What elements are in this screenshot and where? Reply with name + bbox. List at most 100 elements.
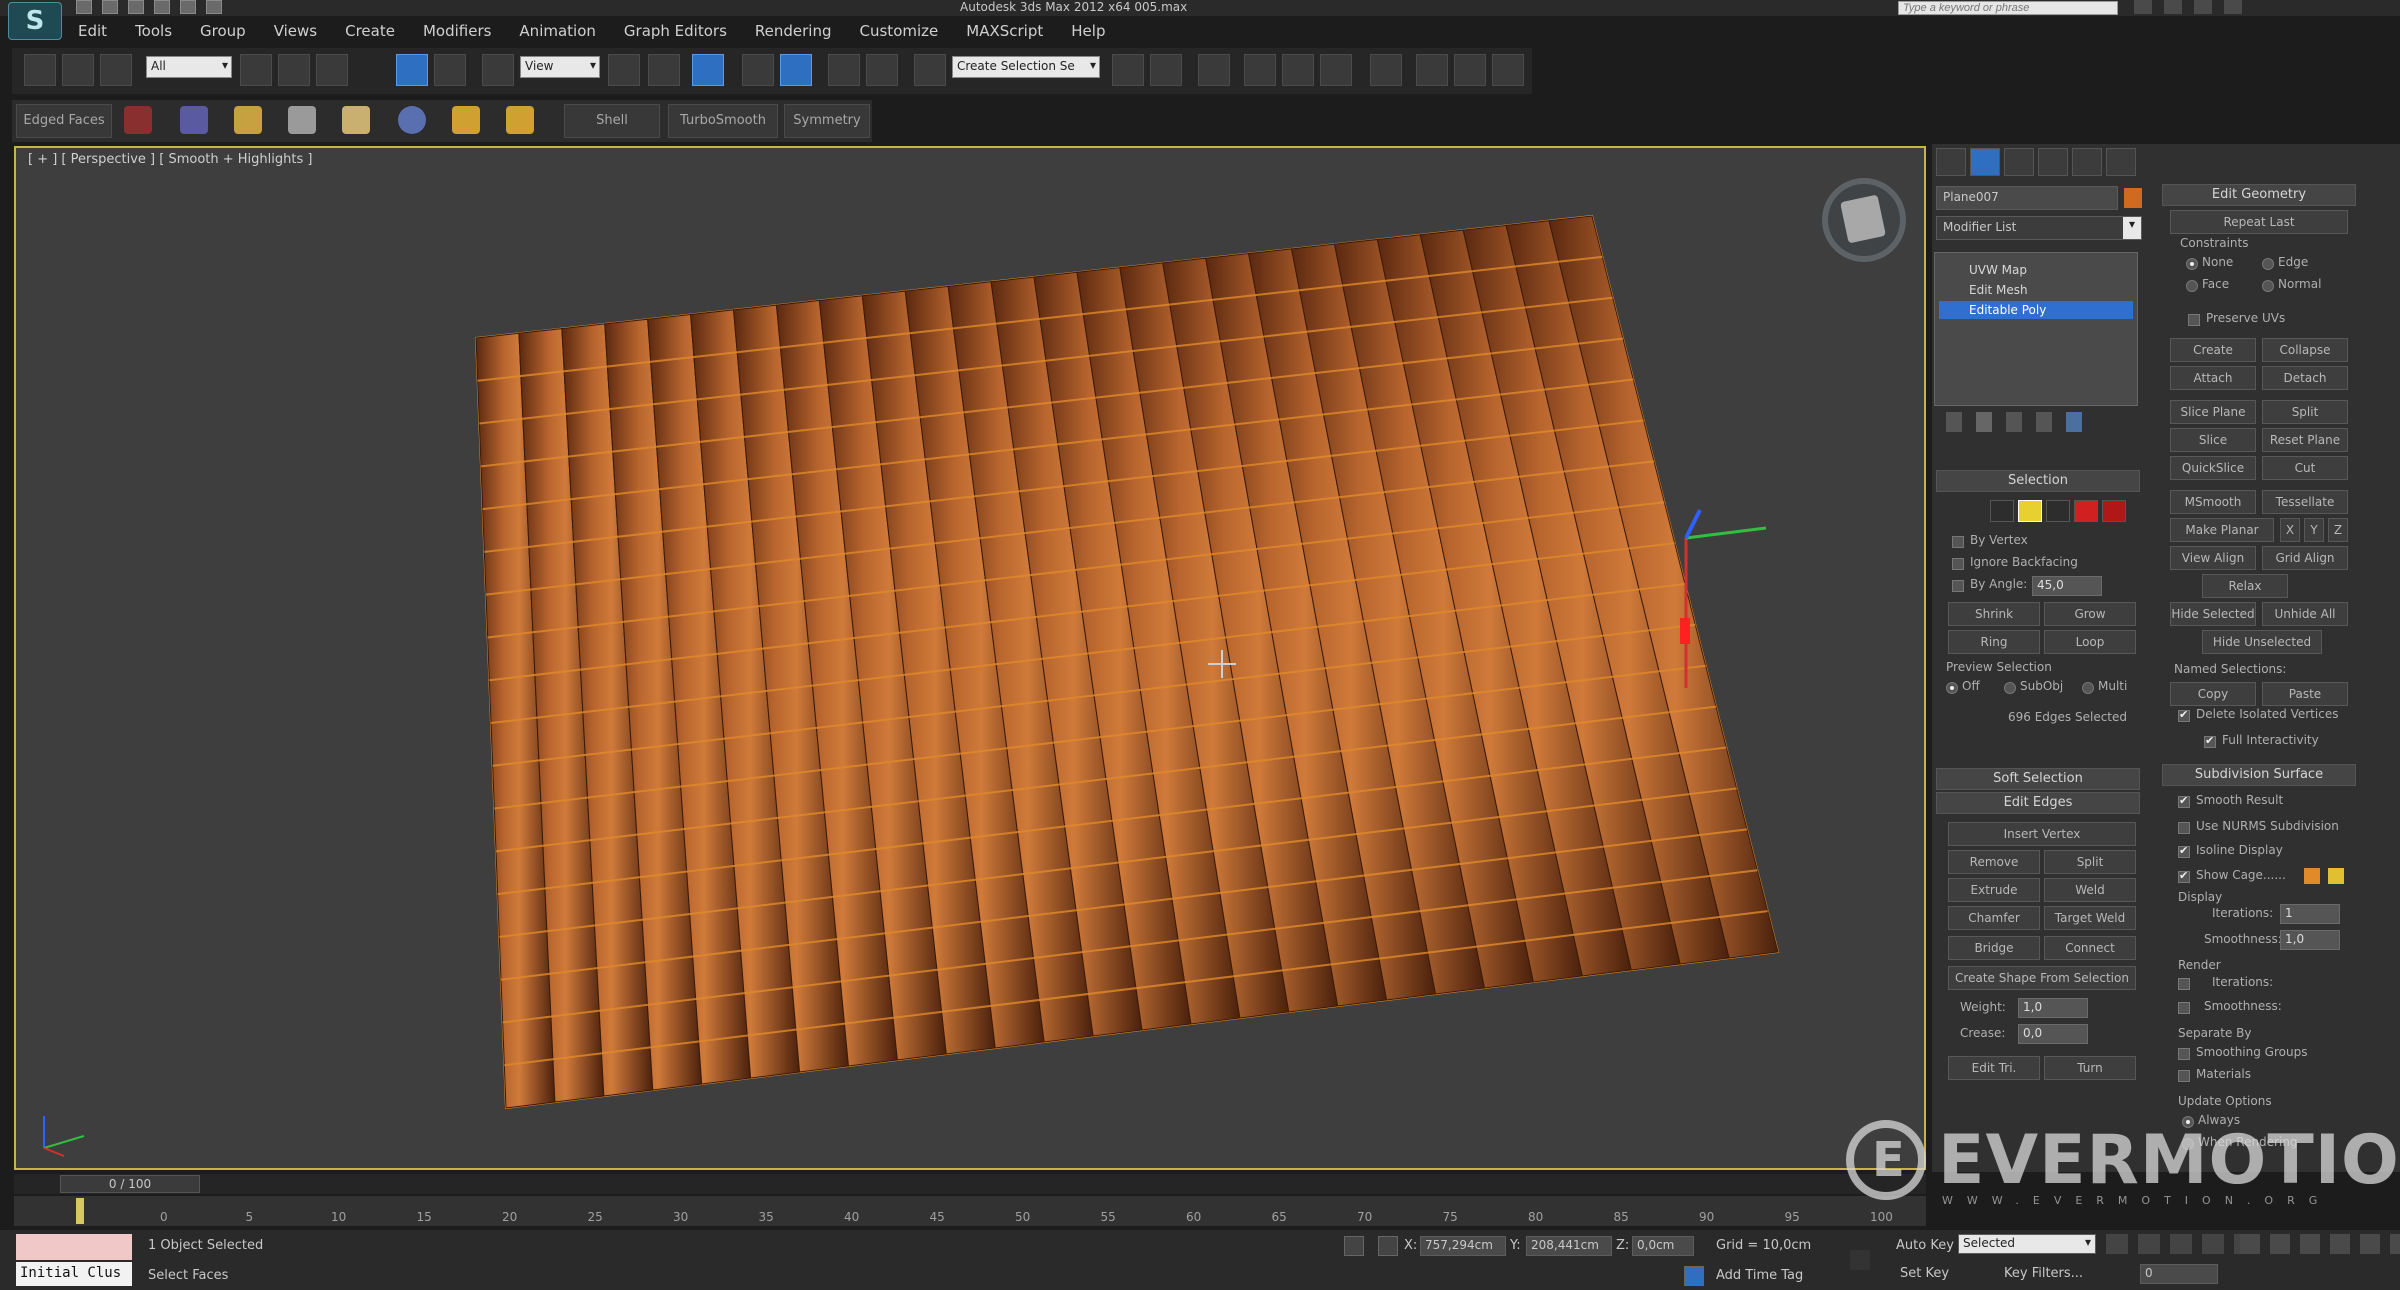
quickslice-button[interactable]: QuickSlice [2170, 456, 2256, 480]
viewcube-face[interactable] [1840, 194, 1886, 244]
detach-button[interactable]: Detach [2262, 366, 2348, 390]
make-unique-icon[interactable] [2006, 412, 2022, 432]
table-icon[interactable] [342, 106, 370, 134]
dice-icon[interactable] [452, 106, 480, 134]
edit-named-selection-icon[interactable] [914, 54, 946, 86]
symmetry-button[interactable]: Symmetry [784, 104, 870, 138]
turbosmooth-button[interactable]: TurboSmooth [668, 104, 778, 138]
preview-subobj-radio[interactable] [2004, 682, 2016, 694]
current-frame-marker[interactable] [76, 1198, 84, 1224]
region-select-icon[interactable] [316, 54, 348, 86]
bind-space-warp-icon[interactable] [100, 54, 132, 86]
tessellate-button[interactable]: Tessellate [2262, 490, 2348, 514]
weld-button[interactable]: Weld [2044, 878, 2136, 902]
strawberry-icon[interactable] [124, 106, 152, 134]
menu-maxscript[interactable]: MAXScript [952, 18, 1057, 46]
move-gizmo[interactable] [1656, 508, 1786, 688]
preview-off-radio[interactable] [1946, 682, 1958, 694]
render-production-icon[interactable] [1492, 54, 1524, 86]
selection-filter-dropdown[interactable]: All [146, 56, 232, 78]
goto-start-icon[interactable] [2106, 1234, 2128, 1254]
key-filters-button[interactable]: Key Filters... [2004, 1266, 2083, 1281]
reference-coordinate-dropdown[interactable]: View [520, 56, 600, 78]
border-mode-icon[interactable] [2046, 500, 2070, 522]
undo-icon[interactable] [154, 0, 170, 14]
materials-checkbox[interactable] [2178, 1070, 2190, 1082]
by-vertex-checkbox[interactable] [1952, 536, 1964, 548]
preview-multi-radio[interactable] [2082, 682, 2094, 694]
auto-key-button[interactable]: Auto Key [1896, 1238, 1954, 1253]
make-planar-z-button[interactable]: Z [2328, 518, 2348, 542]
by-angle-checkbox[interactable] [1952, 580, 1964, 592]
grid-align-button[interactable]: Grid Align [2262, 546, 2348, 570]
create-button[interactable]: Create [2170, 338, 2256, 362]
maxscript-mini-listener[interactable]: Initial Clus [16, 1262, 132, 1286]
view-align-button[interactable]: View Align [2170, 546, 2256, 570]
shrink-button[interactable]: Shrink [1948, 602, 2040, 626]
viewcube[interactable] [1822, 178, 1906, 262]
gizmo-y-axis[interactable] [1685, 526, 1767, 540]
select-and-rotate-icon[interactable] [434, 54, 466, 86]
play-icon[interactable] [2170, 1234, 2192, 1254]
target-weld-button[interactable]: Target Weld [2044, 906, 2136, 930]
maximize-button[interactable] [2194, 0, 2212, 14]
unhide-all-button[interactable]: Unhide All [2262, 602, 2348, 626]
make-planar-y-button[interactable]: Y [2304, 518, 2324, 542]
keyboard-shortcut-override-icon[interactable] [692, 54, 724, 86]
ring-button[interactable]: Ring [1948, 630, 2040, 654]
edit-geometry-rollout-header[interactable]: Edit Geometry [2162, 184, 2356, 206]
layer-manager-icon[interactable] [1198, 54, 1230, 86]
graphite-tools-icon[interactable] [1244, 54, 1276, 86]
constraint-normal-radio[interactable] [2262, 280, 2274, 292]
select-and-move-icon[interactable] [396, 54, 428, 86]
preserve-uvs-checkbox[interactable] [2188, 314, 2200, 326]
absolute-mode-icon[interactable] [1378, 1236, 1398, 1256]
menu-views[interactable]: Views [260, 18, 331, 46]
open-file-icon[interactable] [102, 0, 118, 14]
help-icon[interactable] [2134, 0, 2152, 14]
attach-button[interactable]: Attach [2170, 366, 2256, 390]
spinner-snap-icon[interactable] [866, 54, 898, 86]
constraint-none-radio[interactable] [2186, 258, 2198, 270]
utilities-tab-icon[interactable] [2106, 148, 2136, 176]
modifier-list-dropdown[interactable]: Modifier List ▾ [1936, 216, 2142, 240]
gizmo-x-axis[interactable] [1684, 509, 1702, 539]
zoom-all-icon[interactable] [2270, 1234, 2290, 1254]
field-of-view-icon[interactable] [2330, 1234, 2350, 1254]
lock-selection-icon[interactable] [1344, 1236, 1364, 1256]
select-and-link-icon[interactable] [24, 54, 56, 86]
turn-button[interactable]: Turn [2044, 1056, 2136, 1080]
menu-help[interactable]: Help [1057, 18, 1119, 46]
select-by-name-icon[interactable] [278, 54, 310, 86]
orbit-icon[interactable] [2390, 1234, 2400, 1254]
connect-button[interactable]: Connect [2044, 936, 2136, 960]
grid-snap-icon[interactable] [180, 106, 208, 134]
percent-snap-icon[interactable] [828, 54, 860, 86]
motion-tab-icon[interactable] [2038, 148, 2068, 176]
menu-create[interactable]: Create [331, 18, 409, 46]
align-icon[interactable] [1150, 54, 1182, 86]
make-planar-button[interactable]: Make Planar [2170, 518, 2274, 542]
hide-unselected-button[interactable]: Hide Unselected [2202, 630, 2322, 654]
edged-faces-button[interactable]: Edged Faces [16, 104, 112, 138]
track-bar[interactable] [14, 1196, 1926, 1226]
key-mode-dropdown[interactable]: Selected ▾ [1958, 1234, 2096, 1254]
sphere-icon[interactable] [398, 106, 426, 134]
cut-button[interactable]: Cut [2262, 456, 2348, 480]
new-file-icon[interactable] [76, 0, 92, 14]
msmooth-button[interactable]: MSmooth [2170, 490, 2256, 514]
pan-icon[interactable] [2360, 1234, 2380, 1254]
chamfer-button[interactable]: Chamfer [1948, 906, 2040, 930]
current-frame-field[interactable]: 0 [2140, 1264, 2218, 1284]
menu-tools[interactable]: Tools [121, 18, 186, 46]
next-frame-icon[interactable] [2202, 1234, 2224, 1254]
split-edge-button[interactable]: Split [2044, 850, 2136, 874]
edit-edges-rollout-header[interactable]: Edit Edges [1936, 792, 2140, 814]
cage-color-swatch[interactable] [2304, 868, 2320, 884]
maxscript-mini-listener-top[interactable] [16, 1234, 132, 1260]
box-icon[interactable] [234, 106, 262, 134]
split-geometry-button[interactable]: Split [2262, 400, 2348, 424]
select-object-icon[interactable] [240, 54, 272, 86]
time-tag-icon[interactable] [1684, 1266, 1704, 1286]
rendered-frame-window-icon[interactable] [1454, 54, 1486, 86]
